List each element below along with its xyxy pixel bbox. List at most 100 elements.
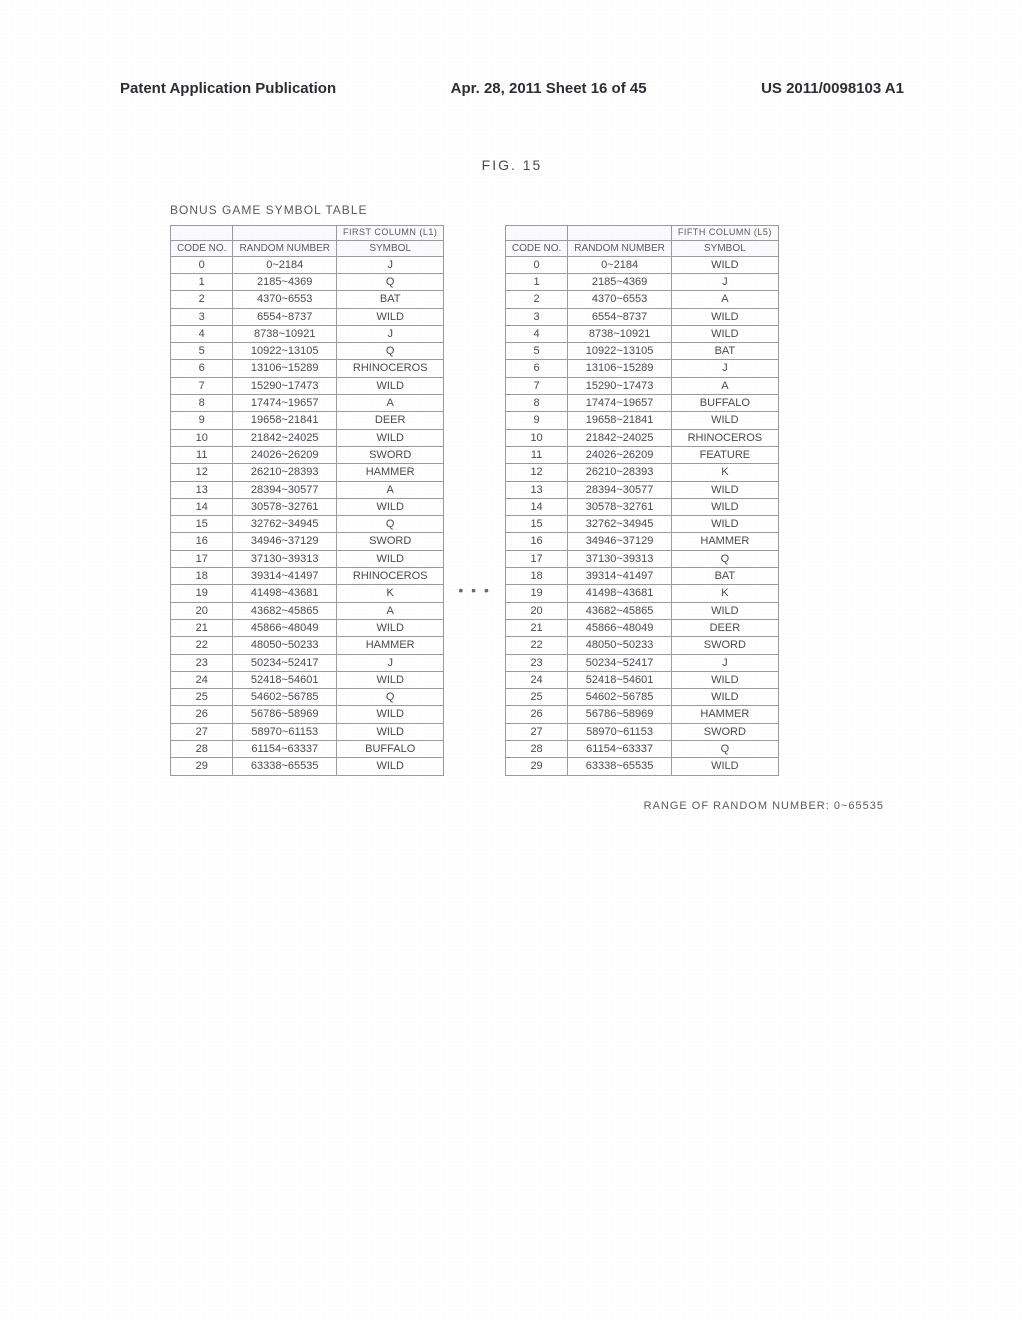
table-cell: 14 xyxy=(171,498,233,515)
col-header-code: CODE NO. xyxy=(505,240,567,256)
table-cell: 56786~58969 xyxy=(233,706,337,723)
table-cell: 19 xyxy=(505,585,567,602)
table-cell: 3 xyxy=(171,308,233,325)
page-header: Patent Application Publication Apr. 28, … xyxy=(0,0,1024,107)
figure-block: FIG. 15 BONUS GAME SYMBOL TABLE FIRST CO… xyxy=(0,107,1024,812)
table-cell: 26210~28393 xyxy=(568,464,672,481)
table-cell: 7 xyxy=(505,377,567,394)
table-row: 1226210~28393HAMMER xyxy=(171,464,444,481)
table-cell: WILD xyxy=(671,256,778,273)
table-row: 1532762~34945Q xyxy=(171,516,444,533)
table-cell: 1 xyxy=(505,273,567,290)
table-cell: 21 xyxy=(171,619,233,636)
table-cell: 43682~45865 xyxy=(233,602,337,619)
table-cell: 50234~52417 xyxy=(568,654,672,671)
table-row: 1634946~37129SWORD xyxy=(171,533,444,550)
table-cell: 37130~39313 xyxy=(233,550,337,567)
table-cell: 30578~32761 xyxy=(233,498,337,515)
table-cell: 10 xyxy=(171,429,233,446)
table-cell: J xyxy=(337,256,444,273)
table-row: 2248050~50233HAMMER xyxy=(171,637,444,654)
table-cell: 43682~45865 xyxy=(568,602,672,619)
table-cell: 9 xyxy=(505,412,567,429)
col-header-symbol: SYMBOL xyxy=(337,240,444,256)
table-cell: 28 xyxy=(171,741,233,758)
table-row: 2452418~54601WILD xyxy=(171,671,444,688)
table-cell: 23 xyxy=(171,654,233,671)
table-cell: 15 xyxy=(505,516,567,533)
col-blank xyxy=(505,226,567,241)
table-cell: 19 xyxy=(171,585,233,602)
table-cell: WILD xyxy=(337,308,444,325)
table-cell: J xyxy=(671,360,778,377)
table-row: 1021842~24025WILD xyxy=(171,429,444,446)
table-row: 2554602~56785WILD xyxy=(505,689,778,706)
table-cell: 18 xyxy=(171,568,233,585)
table-row: 1941498~43681K xyxy=(505,585,778,602)
table-cell: 37130~39313 xyxy=(568,550,672,567)
table-row: 1430578~32761WILD xyxy=(505,498,778,515)
table-cell: 2185~4369 xyxy=(568,273,672,290)
table-cell: 11 xyxy=(505,446,567,463)
table-cell: 63338~65535 xyxy=(568,758,672,775)
table-cell: J xyxy=(337,654,444,671)
table-row: 1226210~28393K xyxy=(505,464,778,481)
table-cell: 6554~8737 xyxy=(233,308,337,325)
table-cell: 25 xyxy=(505,689,567,706)
table-cell: 4 xyxy=(171,325,233,342)
table-cell: Q xyxy=(337,343,444,360)
table-cell: 45866~48049 xyxy=(233,619,337,636)
table-cell: J xyxy=(671,273,778,290)
table-cell: WILD xyxy=(671,412,778,429)
table-cell: 12 xyxy=(171,464,233,481)
table-cell: 2185~4369 xyxy=(233,273,337,290)
table-cell: 26 xyxy=(505,706,567,723)
table-cell: 3 xyxy=(505,308,567,325)
table-cell: 14 xyxy=(505,498,567,515)
table-cell: 41498~43681 xyxy=(233,585,337,602)
table-cell: 0~2184 xyxy=(568,256,672,273)
table-cell: 7 xyxy=(171,377,233,394)
table-row: 2656786~58969HAMMER xyxy=(505,706,778,723)
table-cell: 17 xyxy=(505,550,567,567)
table-cell: A xyxy=(337,481,444,498)
table-cell: WILD xyxy=(337,723,444,740)
table-cell: 17 xyxy=(171,550,233,567)
table-row: 2350234~52417J xyxy=(171,654,444,671)
table-cell: K xyxy=(671,464,778,481)
table-cell: 32762~34945 xyxy=(568,516,672,533)
table-row: 2043682~45865WILD xyxy=(505,602,778,619)
table-cell: 48050~50233 xyxy=(568,637,672,654)
table-cell: 18 xyxy=(505,568,567,585)
table-cell: 34946~37129 xyxy=(568,533,672,550)
table-row: 12185~4369J xyxy=(505,273,778,290)
table-row: 2248050~50233SWORD xyxy=(505,637,778,654)
table-cell: 17474~19657 xyxy=(233,395,337,412)
table-cell: 15290~17473 xyxy=(233,377,337,394)
table-row: 1124026~26209FEATURE xyxy=(505,446,778,463)
table-row: 00~2184WILD xyxy=(505,256,778,273)
col-header-symbol: SYMBOL xyxy=(671,240,778,256)
col-header-code: CODE NO. xyxy=(171,240,233,256)
header-right: US 2011/0098103 A1 xyxy=(761,80,904,97)
table-row: 48738~10921WILD xyxy=(505,325,778,342)
table-cell: 32762~34945 xyxy=(233,516,337,533)
table-row: 715290~17473WILD xyxy=(171,377,444,394)
table-row: 2145866~48049DEER xyxy=(505,619,778,636)
table-row: 2963338~65535WILD xyxy=(171,758,444,775)
table-cell: 10922~13105 xyxy=(233,343,337,360)
table-cell: 1 xyxy=(171,273,233,290)
table-row: 1839314~41497BAT xyxy=(505,568,778,585)
table-row: 919658~21841DEER xyxy=(171,412,444,429)
table-cell: A xyxy=(671,377,778,394)
table-row: 715290~17473A xyxy=(505,377,778,394)
table-cell: HAMMER xyxy=(337,464,444,481)
table-cell: 13106~15289 xyxy=(233,360,337,377)
table-cell: DEER xyxy=(337,412,444,429)
table-cell: 0~2184 xyxy=(233,256,337,273)
table-cell: RHINOCEROS xyxy=(337,568,444,585)
table-row: 48738~10921J xyxy=(171,325,444,342)
table-row: 919658~21841WILD xyxy=(505,412,778,429)
table-cell: 5 xyxy=(171,343,233,360)
symbol-table-left: FIRST COLUMN (L1) CODE NO. RANDOM NUMBER… xyxy=(170,225,444,776)
